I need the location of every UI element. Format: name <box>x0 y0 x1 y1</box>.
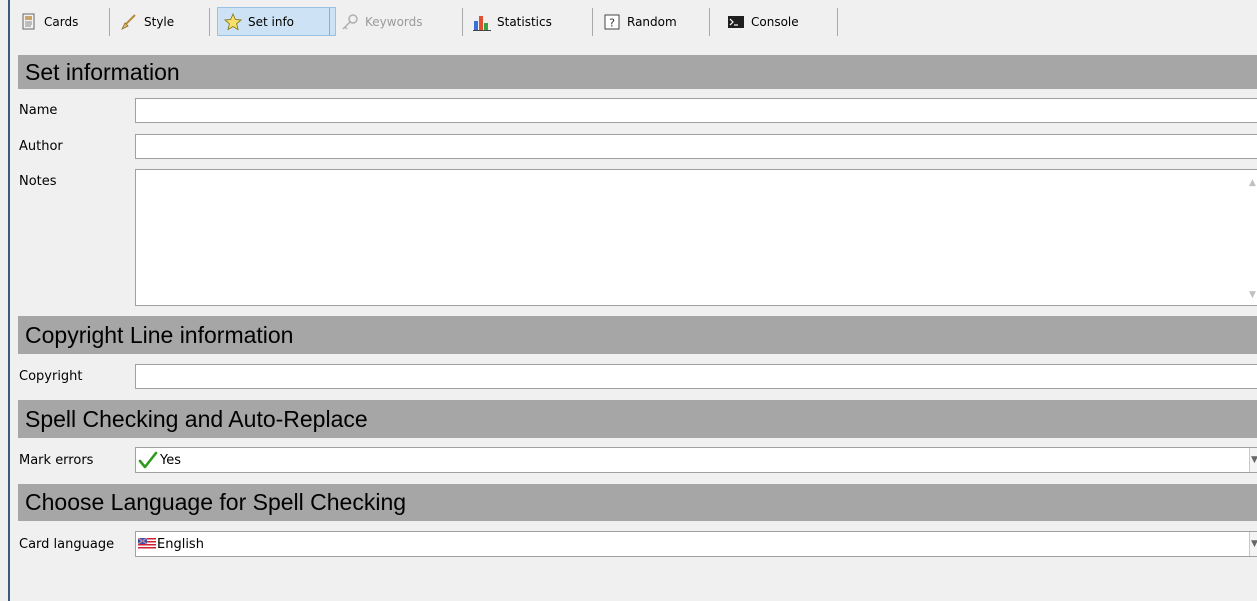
mark-errors-value: Yes <box>160 452 181 468</box>
set-info-panel: Cards Style Set info Keywords Statistics… <box>0 0 1257 601</box>
toolbar-separator <box>462 8 463 36</box>
star-icon <box>223 12 243 31</box>
toolbar-separator <box>837 8 838 36</box>
console-icon <box>727 13 745 31</box>
window-left-border <box>8 0 10 601</box>
key-icon <box>341 13 359 31</box>
checkmark-icon <box>138 450 158 470</box>
name-field[interactable] <box>135 98 1257 123</box>
cards-icon <box>20 13 38 31</box>
tab-random[interactable]: ? Random <box>597 7 683 36</box>
mark-errors-label: Mark errors <box>19 453 94 468</box>
section-header-spell-checking: Spell Checking and Auto-Replace <box>18 400 1257 438</box>
tab-random-label: Random <box>627 14 677 29</box>
toolbar-separator <box>329 8 330 36</box>
card-language-value: English <box>157 536 204 552</box>
svg-text:?: ? <box>609 16 615 29</box>
tab-set-info-label: Set info <box>248 14 295 29</box>
copyright-label: Copyright <box>19 369 83 384</box>
notes-label: Notes <box>19 174 57 189</box>
card-language-select[interactable]: English ▼ <box>135 531 1257 557</box>
toolbar-separator <box>709 8 710 36</box>
tab-console-label: Console <box>751 14 799 29</box>
bar-chart-icon <box>473 13 491 31</box>
tab-set-info[interactable]: Set info <box>217 7 336 36</box>
tab-console[interactable]: Console <box>721 7 805 36</box>
toolbar-separator <box>109 8 110 36</box>
toolbar-separator <box>592 8 593 36</box>
notes-field[interactable] <box>135 169 1257 306</box>
chevron-down-icon[interactable]: ▼ <box>1249 532 1257 556</box>
tab-keywords[interactable]: Keywords <box>335 7 429 36</box>
section-header-copyright: Copyright Line information <box>18 316 1257 354</box>
card-language-label: Card language <box>19 537 115 552</box>
chevron-down-icon[interactable]: ▼ <box>1249 448 1257 472</box>
name-label: Name <box>19 103 58 118</box>
tab-cards-label: Cards <box>44 14 79 29</box>
notes-scroll-up-arrow-icon[interactable]: ▲ <box>1249 178 1257 188</box>
mark-errors-select[interactable]: Yes ▼ <box>135 447 1257 473</box>
section-header-language: Choose Language for Spell Checking <box>18 484 1257 521</box>
random-icon: ? <box>603 13 621 31</box>
copyright-field[interactable] <box>135 364 1257 389</box>
tab-style-label: Style <box>144 14 175 29</box>
author-label: Author <box>19 139 63 154</box>
toolbar-separator <box>209 8 210 36</box>
tab-cards[interactable]: Cards <box>14 7 84 36</box>
author-field[interactable] <box>135 134 1257 159</box>
toolbar: Cards Style Set info Keywords Statistics… <box>10 0 1257 44</box>
english-flag-icon <box>137 537 156 550</box>
brush-icon <box>120 13 138 31</box>
tab-style[interactable]: Style <box>114 7 180 36</box>
tab-statistics-label: Statistics <box>497 14 552 29</box>
tab-statistics[interactable]: Statistics <box>467 7 558 36</box>
notes-scroll-down-arrow-icon[interactable]: ▼ <box>1249 290 1257 300</box>
tab-keywords-label: Keywords <box>365 14 423 29</box>
section-header-set-information: Set information <box>18 55 1257 89</box>
